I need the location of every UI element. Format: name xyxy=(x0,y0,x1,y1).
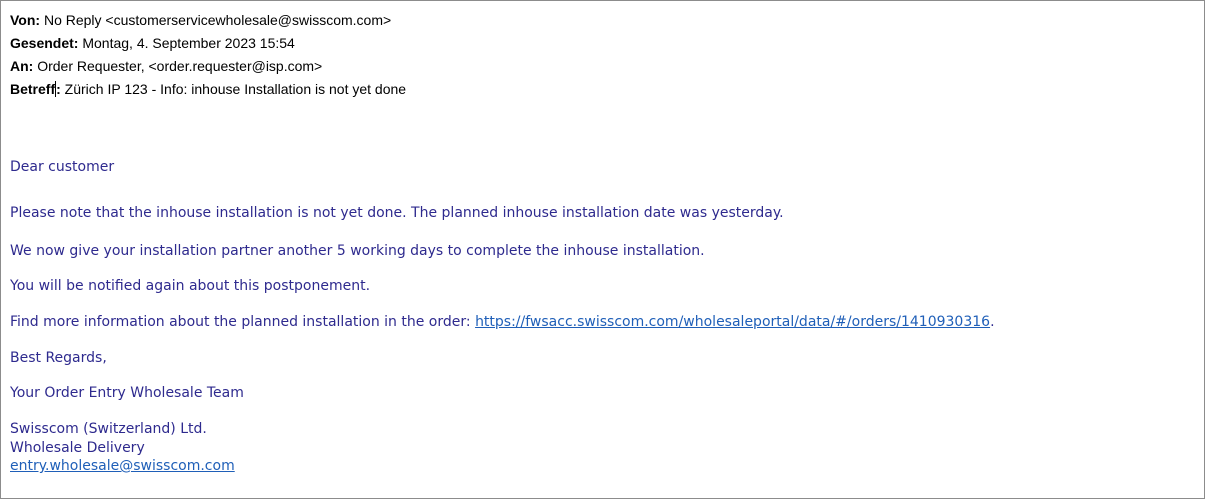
company-name: Swisscom (Switzerland) Ltd. xyxy=(10,421,207,437)
to-value[interactable]: Order Requester, <order.requester@isp.co… xyxy=(33,58,322,74)
subject-line: Betreff: Zürich IP 123 - Info: inhouse I… xyxy=(10,78,406,101)
greeting: Dear customer xyxy=(10,159,115,175)
to-label: An: xyxy=(10,58,34,74)
email-message: Von: No Reply <customerservicewholesale@… xyxy=(0,0,1205,499)
closing: Best Regards, xyxy=(10,350,107,366)
paragraph-3: You will be notified again about this po… xyxy=(10,278,371,294)
subject-value: Zürich IP 123 - Info: inhouse Installati… xyxy=(60,81,407,97)
contact-email-link[interactable]: entry.wholesale@swisscom.com xyxy=(10,458,235,474)
from-line: Von: No Reply <customerservicewholesale@… xyxy=(10,9,391,32)
sent-label: Gesendet: xyxy=(10,35,79,51)
department-name: Wholesale Delivery xyxy=(10,440,145,456)
paragraph-4-prefix: Find more information about the planned … xyxy=(10,314,476,330)
order-link[interactable]: https://fwsacc.swisscom.com/wholesalepor… xyxy=(475,314,990,330)
sent-value: Montag, 4. September 2023 15:54 xyxy=(78,35,295,51)
paragraph-4: Find more information about the planned … xyxy=(10,313,995,331)
paragraph-4-suffix: . xyxy=(990,314,995,330)
email-link-line: entry.wholesale@swisscom.com xyxy=(10,457,235,475)
paragraph-1: Please note that the inhouse installatio… xyxy=(10,205,784,221)
paragraph-2: We now give your installation partner an… xyxy=(10,243,705,259)
from-label: Von: xyxy=(10,12,41,28)
from-value[interactable]: No Reply <customerservicewholesale@swiss… xyxy=(40,12,391,28)
to-line: An: Order Requester, <order.requester@is… xyxy=(10,55,322,78)
sent-line: Gesendet: Montag, 4. September 2023 15:5… xyxy=(10,32,295,55)
subject-label: Betreff xyxy=(10,81,56,97)
team-signature: Your Order Entry Wholesale Team xyxy=(10,385,244,401)
